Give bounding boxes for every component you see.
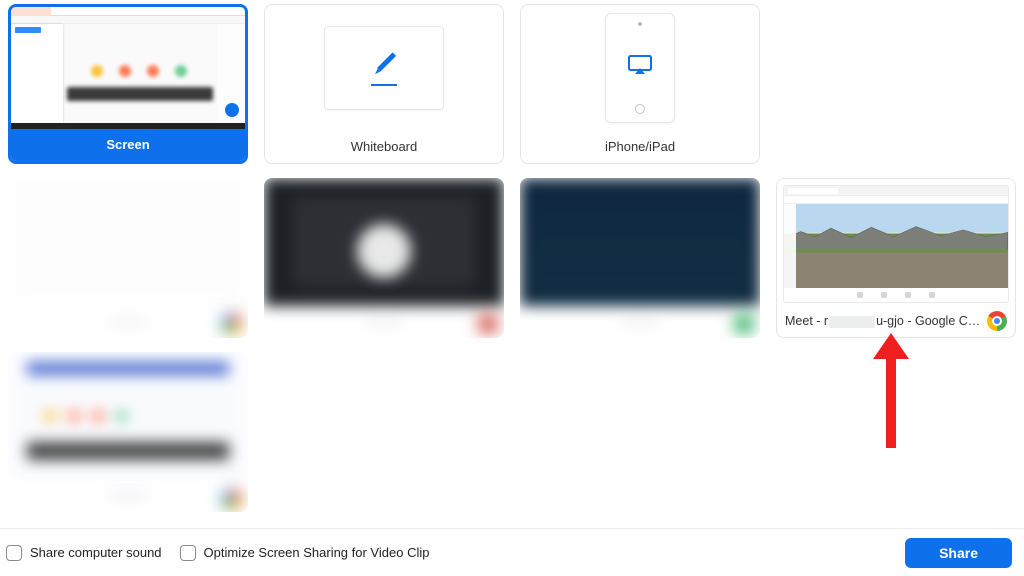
tile-screen[interactable]: Screen [8,4,248,164]
tile-meet-label: Meet - ru-gjo - Google C… [777,305,1015,337]
checkbox-share-sound-label: Share computer sound [30,545,162,560]
tile-window-blurred-2[interactable]: ——— [264,178,504,338]
checkbox-optimize-video-label: Optimize Screen Sharing for Video Clip [204,545,430,560]
checkbox-icon [180,545,196,561]
tile-window-google-meet[interactable]: Meet - ru-gjo - Google C… [776,178,1016,338]
airplay-icon [628,55,652,75]
footer-bar: Share computer sound Optimize Screen Sha… [0,528,1024,576]
tile-screen-preview [11,7,245,129]
share-source-grid: Screen Whiteboard iPhone/iPad [0,0,1024,512]
tile-meet-preview [777,179,1015,305]
tile-screen-label: Screen [11,129,245,161]
redacted-text [829,316,875,328]
tile-window-blurred-3[interactable]: ——— [520,178,760,338]
chrome-icon [987,311,1007,331]
pen-icon [372,52,395,75]
tile-iphone-preview [521,5,759,131]
tile-iphone-label: iPhone/iPad [521,131,759,163]
tile-whiteboard-preview [265,5,503,131]
tile-iphone-ipad[interactable]: iPhone/iPad [520,4,760,164]
share-button[interactable]: Share [905,538,1012,568]
checkbox-share-sound[interactable]: Share computer sound [6,545,162,561]
checkbox-optimize-video[interactable]: Optimize Screen Sharing for Video Clip [180,545,430,561]
checkbox-icon [6,545,22,561]
tile-window-blurred-1[interactable]: ——— [8,178,248,338]
tile-window-blurred-4[interactable]: ——— [8,352,248,512]
tile-whiteboard[interactable]: Whiteboard [264,4,504,164]
tile-whiteboard-label: Whiteboard [265,131,503,163]
